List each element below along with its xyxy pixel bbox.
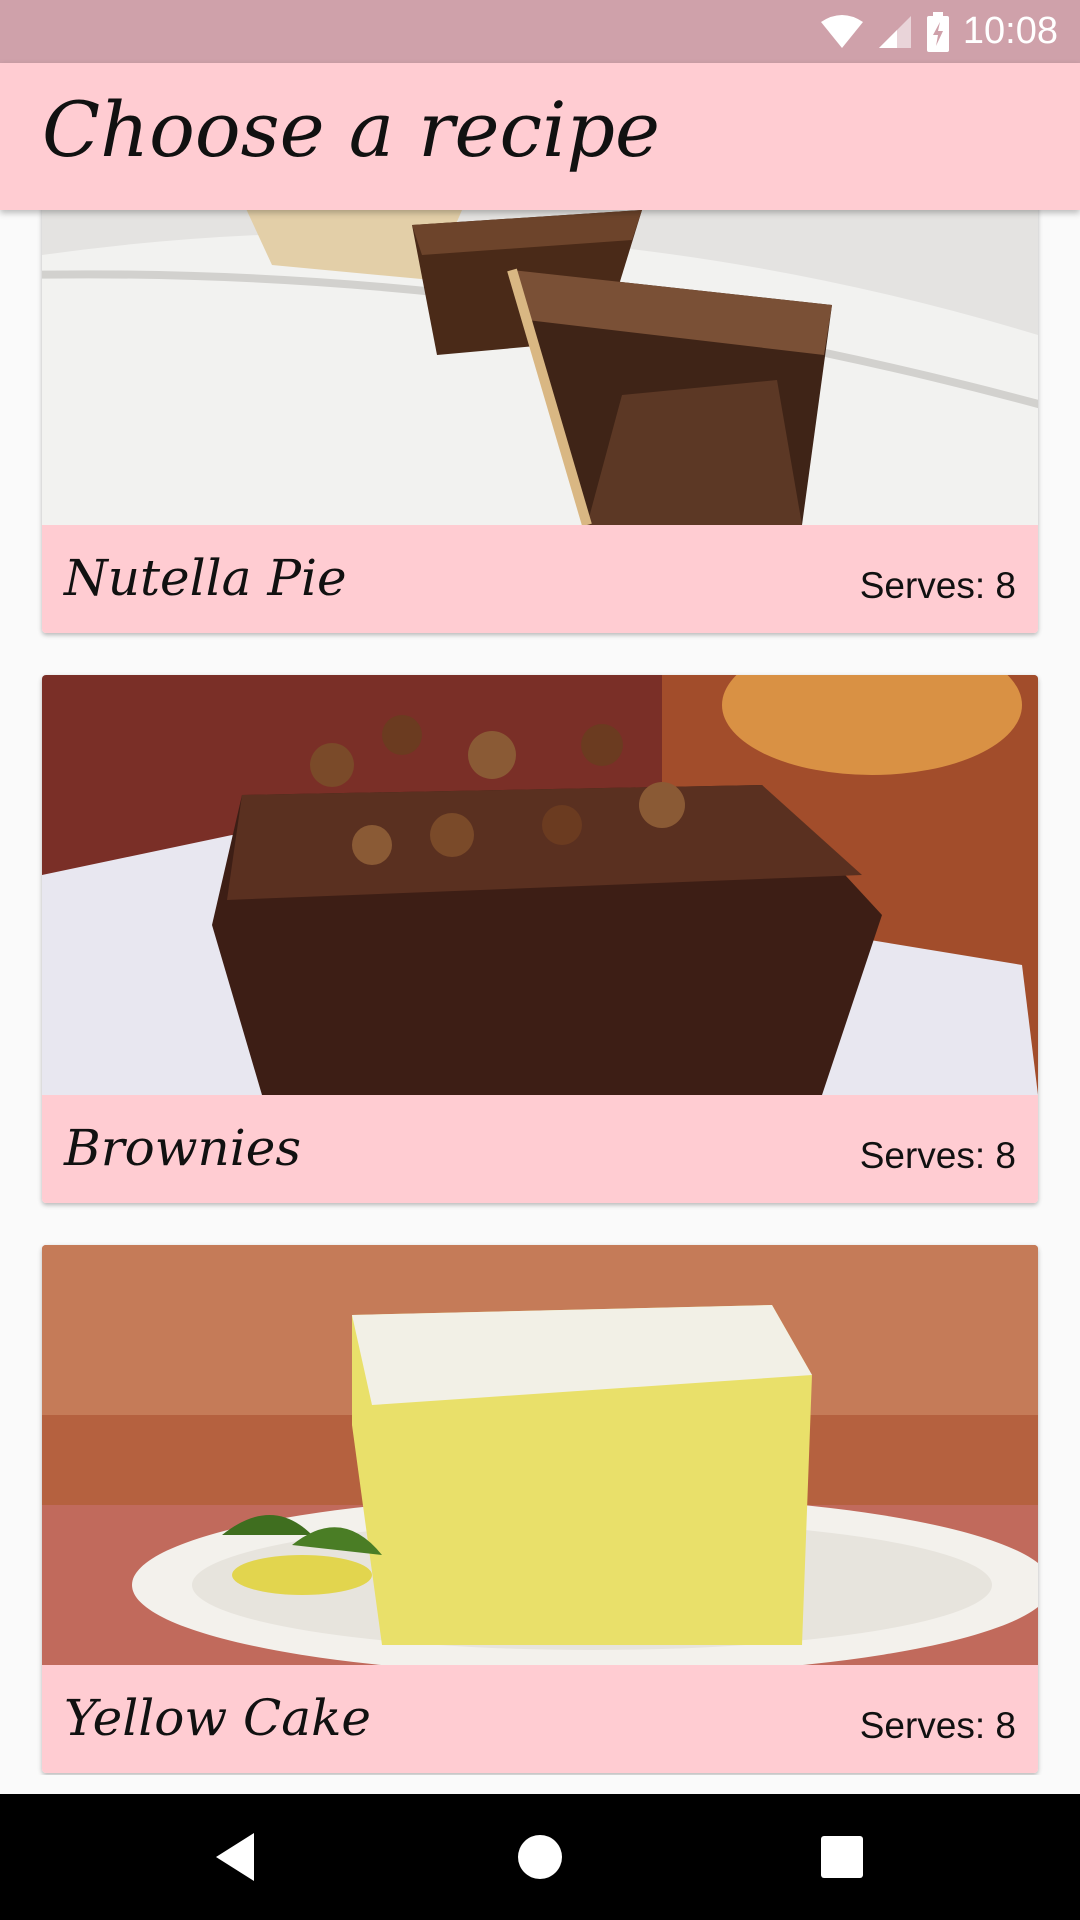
recipe-serves: Serves: 8 (859, 565, 1016, 606)
app-bar: Choose a recipe (0, 63, 1080, 210)
recipe-footer: Yellow Cake Serves: 8 (42, 1665, 1038, 1773)
recipe-name: Brownies (64, 1119, 301, 1177)
status-icons: 10:08 (819, 0, 1058, 63)
recipe-image (42, 210, 1038, 525)
recents-icon[interactable] (812, 1827, 872, 1887)
recipe-name: Nutella Pie (64, 549, 347, 607)
status-time: 10:08 (962, 10, 1058, 52)
recipe-card-brownies[interactable]: Brownies Serves: 8 (42, 675, 1038, 1203)
recipe-card-nutella-pie[interactable]: Nutella Pie Serves: 8 (42, 210, 1038, 633)
recipe-footer: Nutella Pie Serves: 8 (42, 525, 1038, 633)
recipe-serves: Serves: 8 (859, 1135, 1016, 1176)
status-bar: 10:08 (0, 0, 1080, 63)
home-icon[interactable] (510, 1827, 570, 1887)
battery-charging-icon (926, 11, 949, 52)
recipe-footer: Brownies Serves: 8 (42, 1095, 1038, 1203)
back-icon[interactable] (206, 1827, 266, 1887)
wifi-icon (820, 14, 863, 48)
recipe-serves: Serves: 8 (859, 1705, 1016, 1746)
recipe-image (42, 675, 1038, 1095)
page-title: Choose a recipe (42, 85, 661, 174)
signal-icon (878, 15, 911, 48)
recipe-name: Yellow Cake (64, 1689, 371, 1747)
recipe-list[interactable]: Nutella Pie Serves: 8 Brownies Serves: 8… (0, 210, 1080, 1775)
navigation-bar (0, 1794, 1080, 1920)
recipe-card-yellow-cake[interactable]: Yellow Cake Serves: 8 (42, 1245, 1038, 1773)
recipe-image (42, 1245, 1038, 1665)
